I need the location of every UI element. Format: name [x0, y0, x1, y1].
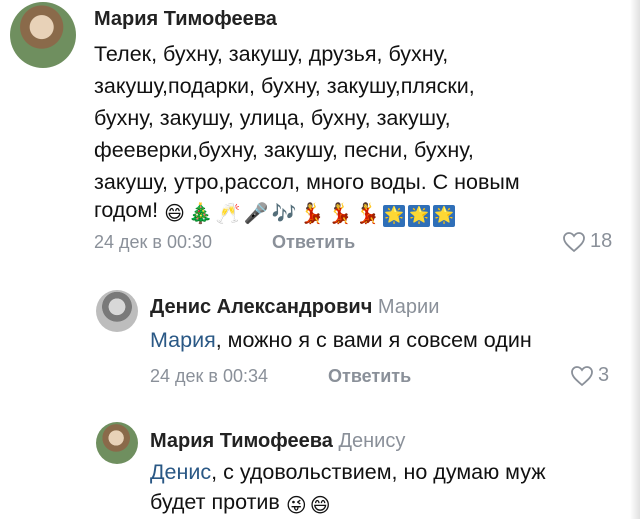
comment-text-line: бухну, закушу, улица, бухну, закушу, [94, 106, 451, 130]
comment-text-ending: годом! [94, 198, 159, 222]
christmas-tree-emoji-icon: 🎄 [187, 203, 213, 225]
like-count: 18 [590, 230, 613, 252]
comment-author[interactable]: Мария Тимофеева [94, 8, 277, 31]
mention-link[interactable]: Денис [150, 460, 211, 484]
comment-date[interactable]: 24 дек в 00:34 [150, 366, 268, 387]
comment-text-line: Мария, можно я с вами я совсем один [150, 324, 532, 356]
dancer-emoji-icon: 💃 [299, 203, 325, 225]
grinning-emoji-icon: 😄 [164, 203, 185, 225]
champagne-glasses-emoji-icon: 🥂 [215, 203, 241, 225]
grinning-emoji-icon: 😄 [309, 495, 331, 517]
comment-author[interactable]: Денис Александрович Марии [150, 296, 439, 319]
dancer-emoji-icon: 💃 [355, 203, 381, 225]
comment-text: , можно я с вами я совсем один [215, 328, 532, 352]
comment-text-line: закушу,подарки, бухну, закушу,пляски, [94, 74, 475, 98]
music-notes-emoji-icon: 🎶 [271, 203, 297, 225]
reply-to-label[interactable]: Марии [378, 296, 439, 318]
avatar[interactable] [96, 290, 138, 332]
like-count: 3 [598, 364, 610, 386]
edge-shadow [630, 0, 640, 519]
comment-text-line: будет против 😜 😄 [150, 486, 334, 518]
comment-text-ending: будет против [150, 490, 280, 514]
comment-text-line: Телек, бухну, закушу, друзья, бухну, [94, 42, 449, 66]
reply-button[interactable]: Ответить [328, 366, 411, 387]
star-emoji-icon: 🌟 [433, 205, 456, 227]
mention-link[interactable]: Мария [150, 328, 216, 352]
heart-icon [563, 231, 585, 252]
comment-text: , с удовольствием, но думаю муж [211, 460, 546, 484]
author-name[interactable]: Денис Александрович [150, 296, 372, 318]
comment-text-line: годом! 😄 🎄 🥂 🎤 🎶 💃 💃 💃 🌟 🌟 🌟 [94, 194, 458, 227]
comment-text-line: фееверки,бухну, закушу, песни, бухну, [94, 138, 474, 162]
star-emoji-icon: 🌟 [383, 205, 406, 227]
avatar[interactable] [96, 422, 138, 464]
star-emoji-icon: 🌟 [408, 205, 431, 227]
microphone-emoji-icon: 🎤 [243, 203, 269, 225]
heart-icon [571, 365, 593, 386]
reply-button[interactable]: Ответить [272, 232, 355, 253]
comment-text-line: Денис, с удовольствием, но думаю муж [150, 456, 546, 488]
comment-date[interactable]: 24 дек в 00:30 [94, 232, 212, 253]
comment-author[interactable]: Мария Тимофеева Денису [150, 430, 405, 453]
author-name[interactable]: Мария Тимофеева [150, 430, 333, 452]
winking-tongue-emoji-icon: 😜 [285, 495, 307, 517]
reply-to-label[interactable]: Денису [338, 430, 405, 452]
dancer-emoji-icon: 💃 [327, 203, 353, 225]
avatar[interactable] [10, 2, 76, 68]
like-button[interactable]: 18 [562, 230, 612, 253]
like-button[interactable]: 3 [570, 364, 609, 387]
